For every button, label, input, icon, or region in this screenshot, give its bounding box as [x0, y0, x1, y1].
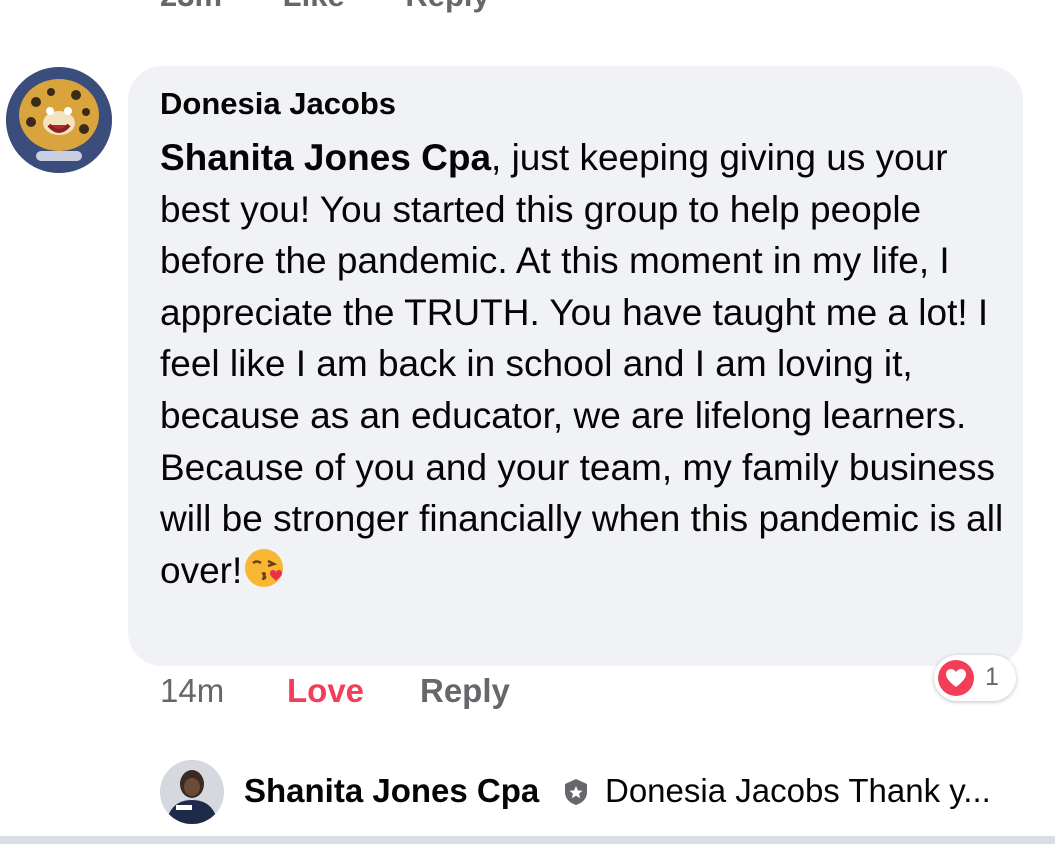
face-blowing-kiss-icon — [245, 548, 284, 587]
love-reaction-icon — [938, 660, 974, 696]
comment-text: Shanita Jones Cpa, just keeping giving u… — [160, 132, 1010, 596]
divider — [0, 836, 1055, 844]
previous-comment-time: 23m — [160, 0, 222, 13]
reply-author-avatar[interactable] — [160, 760, 224, 824]
comment-author[interactable]: Donesia Jacobs — [160, 86, 396, 122]
previous-comment-like-button[interactable]: Like — [283, 0, 345, 13]
reaction-count: 1 — [985, 663, 999, 691]
previous-comment-actions: 23m Like Reply — [160, 0, 542, 14]
reply-author-name[interactable]: Shanita Jones Cpa — [244, 772, 539, 810]
comment-body: , just keeping giving us your best you! … — [160, 137, 1004, 591]
comment-time[interactable]: 14m — [160, 672, 224, 710]
commenter-avatar[interactable] — [6, 67, 112, 173]
reaction-summary[interactable]: 1 — [934, 655, 1016, 701]
reply-button[interactable]: Reply — [420, 672, 510, 710]
person-avatar-icon — [160, 760, 224, 824]
previous-comment-reply-button[interactable]: Reply — [405, 0, 489, 13]
leopard-avatar-icon — [6, 67, 112, 173]
mention-link[interactable]: Shanita Jones Cpa — [160, 137, 491, 178]
comment-bubble: Donesia Jacobs Shanita Jones Cpa, just k… — [128, 66, 1023, 666]
admin-badge-icon — [565, 779, 587, 805]
reply-preview-text: Donesia Jacobs Thank y... — [605, 772, 991, 809]
love-button[interactable]: Love — [287, 672, 364, 710]
heart-icon — [946, 669, 966, 687]
reply-preview-row[interactable]: Shanita Jones Cpa Donesia Jacobs Thank y… — [160, 760, 1040, 824]
